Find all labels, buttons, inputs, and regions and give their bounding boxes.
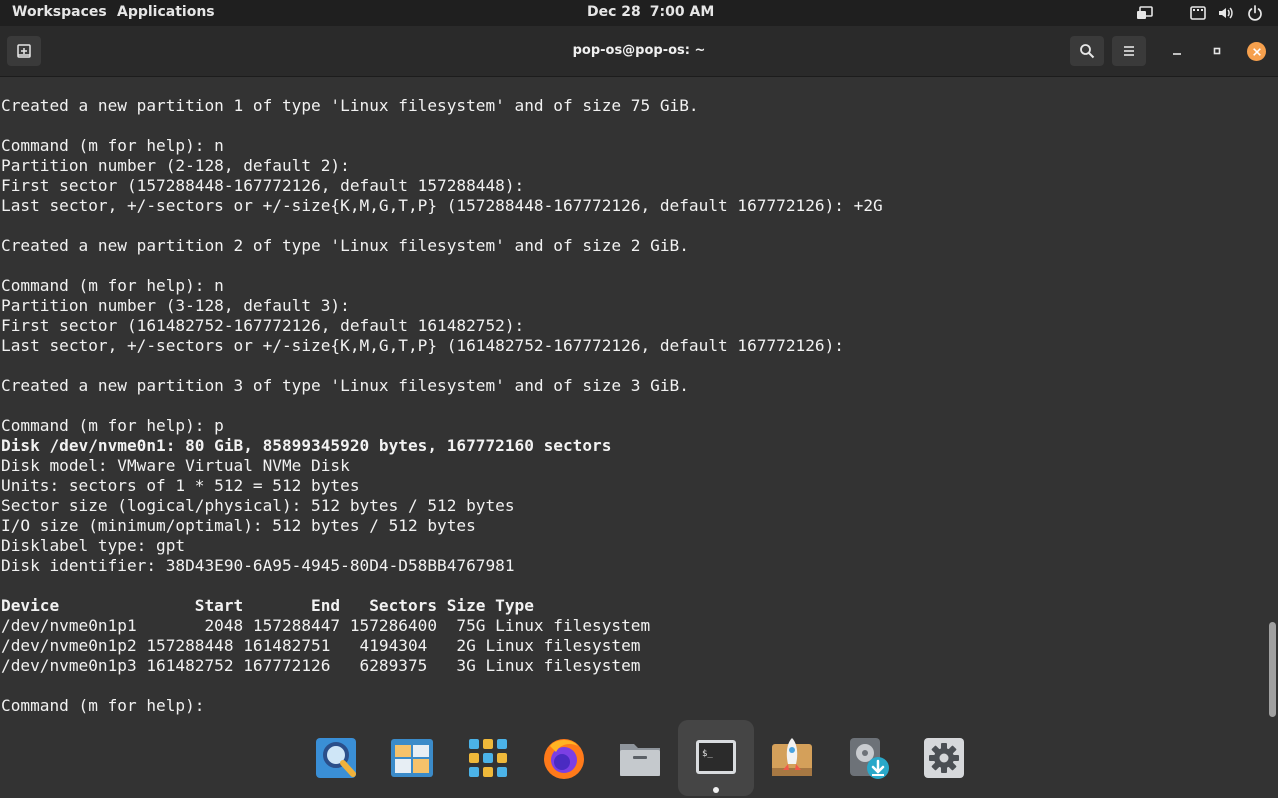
dock: $_ — [0, 720, 1278, 798]
terminal-line: Command (m for help): n — [1, 136, 224, 155]
top-panel: Workspaces Applications Dec 28 7:00 AM — [0, 0, 1278, 26]
terminal-line: Created a new partition 1 of type 'Linux… — [1, 96, 699, 115]
terminal-headerbar: pop-os@pop-os: ~ — [0, 26, 1278, 77]
keyboard-indicator-icon[interactable] — [1189, 4, 1207, 22]
volume-icon[interactable] — [1217, 4, 1235, 22]
maximize-icon — [1213, 47, 1221, 55]
dock-item-windows[interactable] — [374, 720, 450, 796]
terminal-line: Command (m for help): p — [1, 416, 224, 435]
terminal-line: Command (m for help): — [1, 696, 215, 715]
magnifier-icon — [316, 738, 356, 778]
hamburger-icon — [1124, 46, 1134, 56]
terminal-line: Disk /dev/nvme0n1: 80 GiB, 85899345920 b… — [1, 436, 612, 455]
terminal-line: Partition number (2-128, default 2): — [1, 156, 350, 175]
disk-download-icon — [850, 738, 889, 779]
power-icon[interactable] — [1246, 4, 1264, 22]
terminal-line: /dev/nvme0n1p1 2048 157288447 157286400 … — [1, 616, 651, 635]
svg-text:$_: $_ — [702, 749, 713, 759]
terminal-line: Disklabel type: gpt — [1, 536, 186, 555]
dock-item-settings[interactable] — [906, 720, 982, 796]
menu-button[interactable] — [1112, 36, 1146, 66]
vm-tools-icon[interactable] — [1136, 4, 1154, 22]
dock-item-search[interactable] — [298, 720, 374, 796]
maximize-button[interactable] — [1206, 40, 1228, 62]
terminal-line: Device Start End Sectors Size Type — [1, 596, 534, 615]
clock-date: Dec 28 — [587, 4, 641, 20]
dock-item-terminal[interactable]: $_ — [678, 720, 754, 796]
dock-item-pop-shop[interactable] — [754, 720, 830, 796]
terminal-line: Created a new partition 3 of type 'Linux… — [1, 376, 689, 395]
terminal-output[interactable]: Created a new partition 1 of type 'Linux… — [0, 77, 1266, 720]
terminal-line: Disk model: VMware Virtual NVMe Disk — [1, 456, 350, 475]
terminal-line: Partition number (3-128, default 3): — [1, 296, 350, 315]
dock-item-app-grid[interactable] — [450, 720, 526, 796]
scrollbar-thumb[interactable] — [1269, 622, 1276, 717]
close-icon — [1252, 47, 1261, 56]
terminal-line: Created a new partition 2 of type 'Linux… — [1, 236, 689, 255]
terminal-line: Sector size (logical/physical): 512 byte… — [1, 496, 515, 515]
applications-button[interactable]: Applications — [117, 4, 215, 20]
terminal-line: First sector (161482752-167772126, defau… — [1, 316, 525, 335]
dock-item-files[interactable] — [602, 720, 678, 796]
clock-time: 7:00 AM — [649, 4, 715, 20]
terminal-line: First sector (157288448-167772126, defau… — [1, 176, 525, 195]
minimize-icon — [1173, 53, 1181, 55]
terminal-running-indicator — [713, 787, 719, 793]
terminal-line: I/O size (minimum/optimal): 512 bytes / … — [1, 516, 476, 535]
terminal-line: Command (m for help): n — [1, 276, 224, 295]
firefox-icon — [544, 739, 584, 779]
terminal-line: Disk identifier: 38D43E90-6A95-4945-80D4… — [1, 556, 515, 575]
search-button[interactable] — [1070, 36, 1104, 66]
app-grid-icon — [469, 739, 507, 777]
minimize-button[interactable] — [1166, 40, 1188, 62]
dock-item-installer[interactable] — [830, 720, 906, 796]
terminal-text: Created a new partition 1 of type 'Linux… — [1, 96, 883, 716]
workspaces-button[interactable]: Workspaces — [12, 4, 107, 20]
terminal-line: /dev/nvme0n1p2 157288448 161482751 41943… — [1, 636, 641, 655]
terminal-line: Last sector, +/-sectors or +/-size{K,M,G… — [1, 336, 844, 355]
clock[interactable]: Dec 28 7:00 AM — [587, 4, 723, 20]
terminal-line: /dev/nvme0n1p3 161482752 167772126 62893… — [1, 656, 641, 675]
terminal-icon: $_ — [696, 740, 736, 774]
close-button[interactable] — [1247, 42, 1266, 61]
folder-icon — [620, 744, 660, 776]
gear-icon — [924, 738, 964, 778]
search-icon — [1080, 44, 1095, 59]
terminal-line: Units: sectors of 1 * 512 = 512 bytes — [1, 476, 360, 495]
rocket-icon — [772, 738, 812, 776]
terminal-line: Last sector, +/-sectors or +/-size{K,M,G… — [1, 196, 883, 215]
window-tiles-icon — [391, 739, 433, 777]
dock-item-firefox[interactable] — [526, 720, 602, 796]
